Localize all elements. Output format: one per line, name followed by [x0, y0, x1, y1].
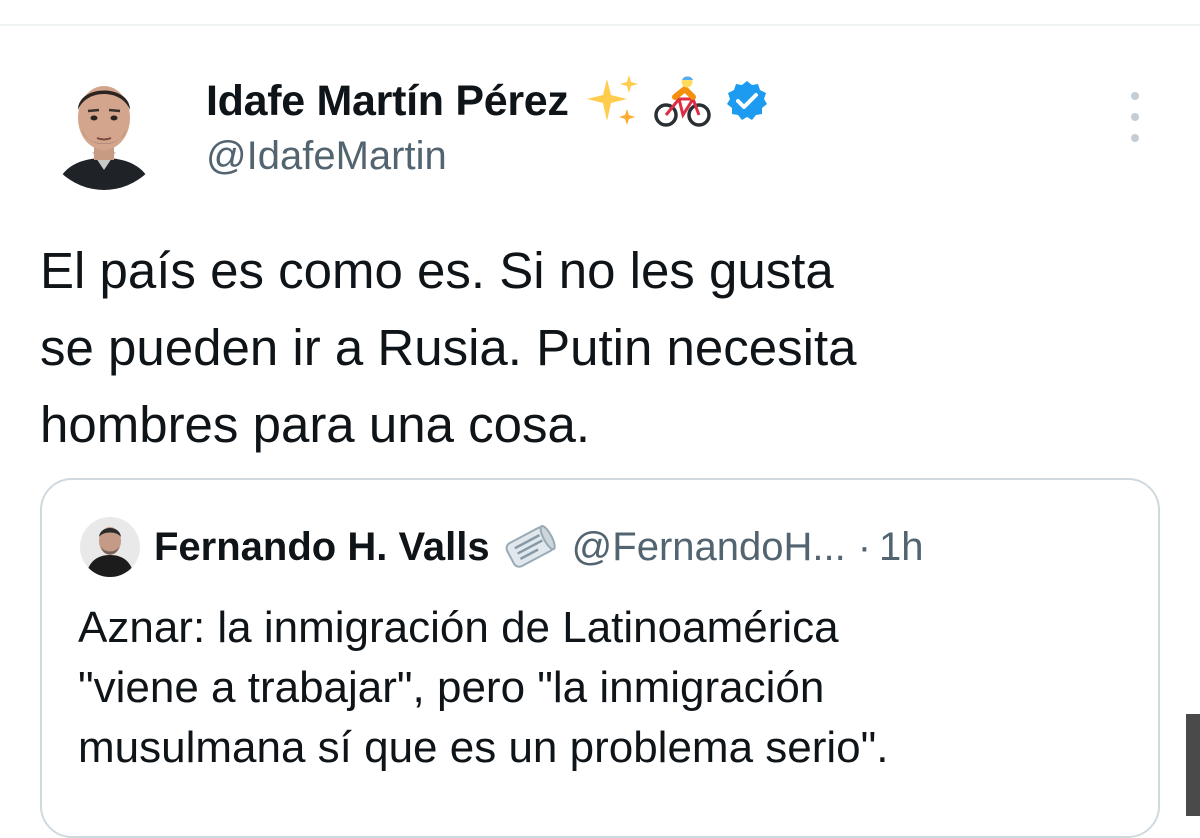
person-biking-icon	[653, 73, 713, 129]
scrollbar-thumb[interactable]	[1186, 714, 1200, 816]
tweet-text: El país es como es. Si no les gusta se p…	[40, 242, 857, 453]
avatar[interactable]	[42, 66, 166, 190]
more-vertical-icon	[1131, 92, 1139, 100]
sparkles-icon	[581, 73, 641, 129]
quoted-author-display-name: Fernando H. Valls	[154, 524, 490, 569]
newspaper-icon	[502, 522, 558, 572]
quoted-author-avatar	[80, 517, 140, 577]
quoted-tweet-time: 1h	[879, 524, 924, 569]
top-divider	[0, 24, 1200, 26]
more-options-button[interactable]	[1120, 92, 1150, 142]
author-handle[interactable]: @IdafeMartin	[206, 134, 447, 179]
verified-badge-icon	[725, 79, 769, 123]
quoted-tweet-header: Fernando H. Valls @FernandoH... · 1h	[80, 514, 924, 580]
author-name-row: Idafe Martín Pérez	[206, 72, 769, 130]
quoted-tweet-separator: ·	[857, 524, 872, 569]
quoted-tweet-text: Aznar: la inmigración de Latinoamérica "…	[78, 603, 889, 772]
quoted-tweet-card[interactable]: Fernando H. Valls @FernandoH... · 1h Azn…	[40, 478, 1160, 838]
author-display-name[interactable]: Idafe Martín Pérez	[206, 77, 569, 126]
quoted-author-handle: @FernandoH...	[571, 524, 846, 569]
